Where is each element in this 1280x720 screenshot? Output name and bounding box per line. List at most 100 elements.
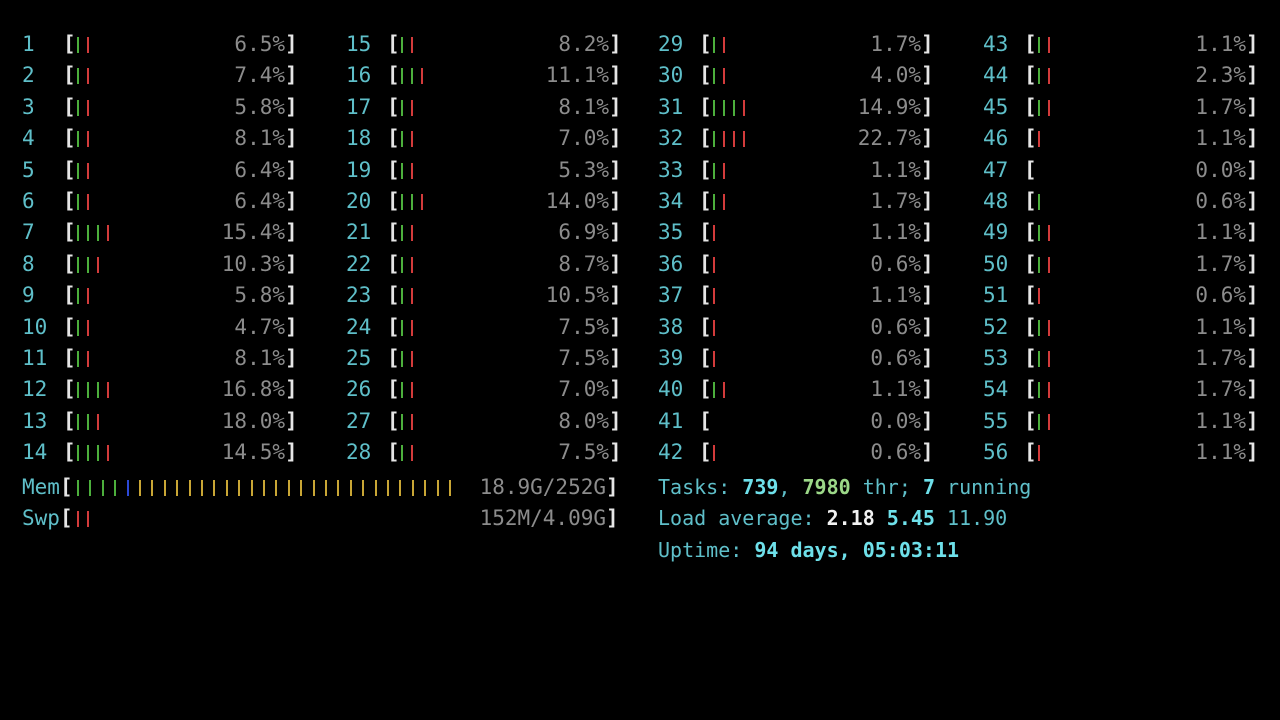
cpu-number: 41 (658, 409, 684, 433)
cpu-percent: 1.7% (1195, 252, 1246, 276)
bracket-close: ] (1246, 440, 1259, 464)
bracket-close: ] (609, 315, 622, 339)
cpu-percent: 1.7% (870, 32, 921, 56)
usage-bar-segment (723, 131, 725, 147)
usage-bar-segment (401, 320, 403, 336)
bracket-close: ] (285, 409, 298, 433)
usage-bar-segment (401, 351, 403, 367)
bracket-close: ] (921, 440, 934, 464)
bracket-close: ] (1246, 346, 1259, 370)
cpu-number: 13 (22, 409, 48, 433)
cpu-meter: 56 [1.1%] (983, 437, 1280, 468)
cpu-meter: 15 [8.2%] (346, 29, 646, 60)
cpu-number: 22 (346, 252, 372, 276)
cpu-meter: 39 [0.6%] (658, 343, 958, 374)
running-label: running (935, 475, 1032, 499)
bracket-open: [ (387, 189, 400, 213)
bracket-close: ] (609, 126, 622, 150)
cpu-number: 25 (346, 346, 372, 370)
bracket-close: ] (1246, 283, 1259, 307)
usage-bar-segment (1038, 414, 1040, 430)
usage-bar-segment (713, 288, 715, 304)
cpu-percent: 0.0% (1195, 158, 1246, 182)
bracket-open: [ (63, 220, 76, 244)
cpu-percent: 6.4% (234, 189, 285, 213)
bracket-open: [ (1024, 63, 1037, 87)
cpu-percent: 1.1% (1195, 440, 1246, 464)
usage-bar-segment (421, 68, 423, 84)
usage-bar-segment (87, 445, 89, 461)
usage-bar-segment (87, 257, 89, 273)
usage-bar-segment (723, 37, 725, 53)
bracket-close: ] (921, 377, 934, 401)
usage-bar-segment (411, 68, 413, 84)
usage-bar-segment (139, 480, 141, 496)
usage-bar-segment (1038, 100, 1040, 116)
usage-bar-segment (411, 320, 413, 336)
cpu-meter: 21 [6.9%] (346, 217, 646, 248)
cpu-number: 38 (658, 315, 684, 339)
usage-bar-segment (1048, 68, 1050, 84)
usage-bar-segment (77, 414, 79, 430)
usage-bar-segment (401, 163, 403, 179)
usage-bar-segment (77, 163, 79, 179)
bracket-open: [ (387, 346, 400, 370)
bracket-close: ] (1246, 252, 1259, 276)
cpu-meter: 17 [8.1%] (346, 92, 646, 123)
cpu-meter: 1 [6.5%] (22, 29, 322, 60)
cpu-number: 27 (346, 409, 372, 433)
bracket-open: [ (699, 409, 712, 433)
cpu-number: 52 (983, 315, 1009, 339)
cpu-percent: 1.1% (870, 377, 921, 401)
cpu-number: 14 (22, 440, 48, 464)
bracket-close: ] (609, 220, 622, 244)
usage-bar-segment (411, 163, 413, 179)
bracket-open: [ (387, 315, 400, 339)
usage-bar-segment (188, 480, 191, 496)
cpu-meter: 3 [5.8%] (22, 92, 322, 123)
bracket-close: ] (285, 440, 298, 464)
usage-bar-segment (401, 445, 403, 461)
cpu-number: 5 (22, 158, 35, 182)
cpu-percent: 1.1% (1195, 32, 1246, 56)
bracket-open: [ (387, 32, 400, 56)
usage-bar-segment (713, 194, 715, 210)
load-average-1: 2.18 (826, 506, 875, 530)
usage-bar-segment (411, 194, 413, 210)
usage-bar-segment (349, 480, 352, 496)
usage-bar-segment (97, 225, 99, 241)
cpu-meter: 50 [1.7%] (983, 249, 1280, 280)
usage-bar-segment (163, 480, 166, 496)
usage-bar-segment (77, 382, 79, 398)
bracket-open: [ (699, 126, 712, 150)
cpu-number: 37 (658, 283, 684, 307)
running-count: 7 (922, 475, 935, 499)
cpu-number: 4 (22, 126, 35, 150)
usage-bar-segment (87, 68, 89, 84)
usage-bar-segment (401, 131, 403, 147)
bracket-open: [ (1024, 440, 1037, 464)
usage-bar-segment (1048, 320, 1050, 336)
bracket-close: ] (1246, 315, 1259, 339)
usage-bar-segment (77, 257, 79, 273)
usage-bar-segment (77, 100, 79, 116)
bracket-open: [ (699, 315, 712, 339)
bracket-open: [ (63, 158, 76, 182)
bracket-close: ] (921, 252, 934, 276)
htop-terminal: Mem [ 18.9G/252G ] Swp [ 152M/4.09G ] Ta… (0, 0, 1280, 573)
cpu-number: 50 (983, 252, 1009, 276)
bracket-close: ] (1246, 126, 1259, 150)
usage-bar-segment (87, 163, 89, 179)
load-average-5: 5.45 (886, 506, 935, 530)
usage-bar-segment (713, 445, 715, 461)
mem-value: 18.9G/252G (479, 475, 606, 499)
cpu-meter: 10 [4.7%] (22, 312, 322, 343)
usage-bar-segment (114, 480, 117, 496)
cpu-number: 53 (983, 346, 1009, 370)
usage-bar-segment (1038, 131, 1040, 147)
cpu-percent: 0.6% (870, 440, 921, 464)
cpu-meter: 2 [7.4%] (22, 60, 322, 91)
cpu-meter: 41 [0.0%] (658, 406, 958, 437)
cpu-meter: 22 [8.7%] (346, 249, 646, 280)
cpu-percent: 18.0% (221, 409, 285, 433)
